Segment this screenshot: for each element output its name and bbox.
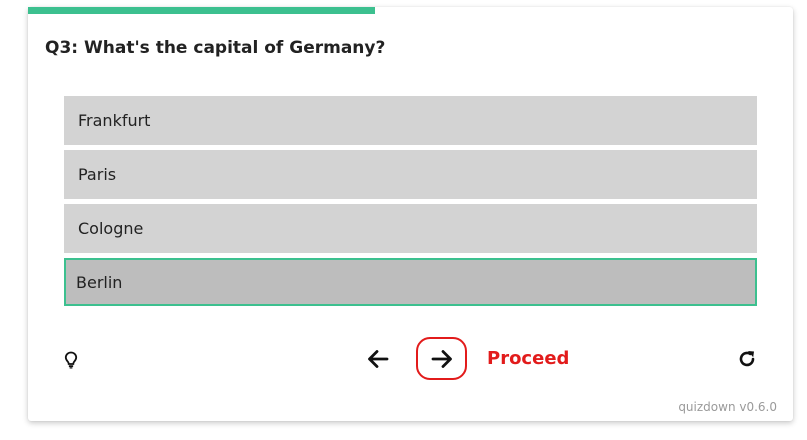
answer-option[interactable]: Cologne <box>64 204 757 253</box>
hint-button[interactable] <box>61 349 81 371</box>
proceed-label[interactable]: Proceed <box>487 348 569 369</box>
progress-fill <box>28 7 376 14</box>
question-title: Q3: What's the capital of Germany? <box>45 38 386 58</box>
previous-button[interactable] <box>365 346 391 372</box>
quiz-card: Q3: What's the capital of Germany? Frank… <box>28 7 793 421</box>
answer-option-label: Berlin <box>76 272 123 292</box>
answer-options: Frankfurt Paris Cologne Berlin <box>64 96 757 311</box>
arrow-left-icon <box>368 350 389 368</box>
answer-option[interactable]: Frankfurt <box>64 96 757 145</box>
next-button[interactable] <box>416 337 467 380</box>
answer-option[interactable]: Paris <box>64 150 757 199</box>
arrow-right-icon <box>431 349 452 368</box>
reset-button[interactable] <box>735 347 759 371</box>
answer-option-label: Paris <box>78 165 117 184</box>
quiz-controls: Proceed <box>28 337 793 381</box>
progress-bar <box>28 7 793 14</box>
lightbulb-icon <box>64 351 78 369</box>
reset-icon <box>739 351 755 367</box>
answer-option-label: Frankfurt <box>78 111 151 130</box>
answer-option-label: Cologne <box>78 219 144 238</box>
answer-option-selected[interactable]: Berlin <box>64 258 757 306</box>
version-label: quizdown v0.6.0 <box>678 400 777 414</box>
